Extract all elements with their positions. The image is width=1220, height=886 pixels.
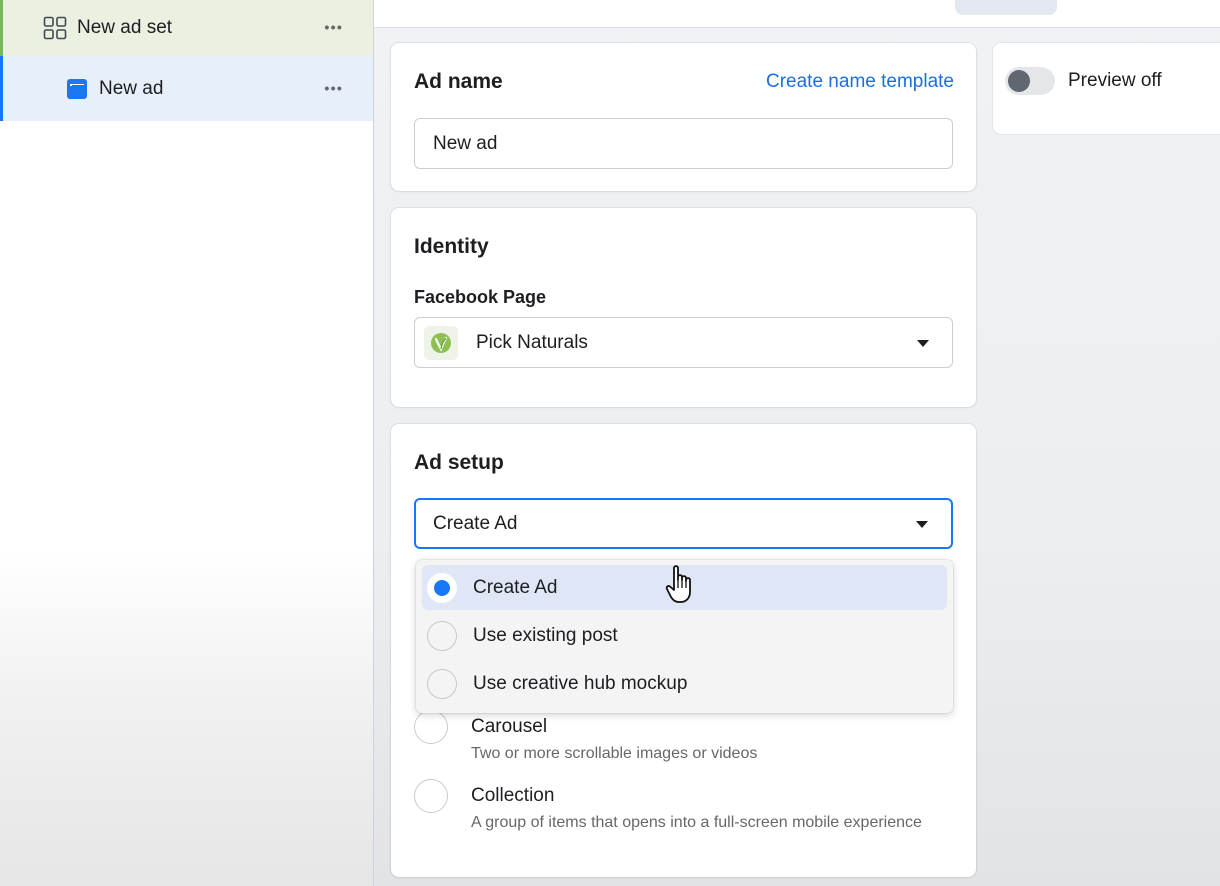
facebook-page-label: Facebook Page [414,287,547,307]
preview-label: Preview off [1068,70,1162,91]
radio-unselected[interactable] [427,668,457,699]
ad-setup-selected-value: Create Ad [433,512,518,534]
format-description: A group of items that opens into a full-… [471,814,922,831]
grid-icon [43,16,67,40]
preview-toggle[interactable] [1005,67,1055,95]
caret-down-icon [917,339,929,347]
ad-setup-select[interactable]: Create Ad [414,498,953,549]
toggle-knob [1008,70,1030,92]
ads-manager-editor: New ad set ••• New ad ••• Ad name Create… [0,0,1220,886]
ad-name-card: Ad name Create name template New ad [391,43,976,191]
option-label: Use creative hub mockup [473,672,688,694]
top-bar-button[interactable] [955,0,1057,15]
format-option-carousel[interactable]: Carousel Two or more scrollable images o… [414,710,954,770]
format-title: Carousel [471,716,548,737]
campaign-sidebar: New ad set ••• New ad ••• [0,0,374,886]
preview-panel: Preview off [993,43,1220,134]
more-options-icon[interactable]: ••• [324,81,343,96]
ad-icon [67,78,87,99]
carousel-radio[interactable] [414,710,448,744]
facebook-page-value: Pick Naturals [476,331,588,353]
collection-radio[interactable] [414,779,448,813]
option-label: Create Ad [473,576,558,598]
radio-unselected[interactable] [427,620,457,651]
ad-name-input[interactable]: New ad [414,118,953,169]
ad-name-title: Ad name [414,70,503,93]
leaf-logo-icon [424,325,458,360]
format-description: Two or more scrollable images or videos [471,745,758,762]
identity-card: Identity Facebook Page Pick Naturals [391,208,976,407]
facebook-page-select[interactable]: Pick Naturals [414,317,953,368]
dropdown-option-use-existing-post[interactable]: Use existing post [422,613,947,658]
ad-setup-title: Ad setup [414,451,504,474]
format-title: Collection [471,785,555,806]
top-bar [374,0,1220,28]
radio-selected[interactable] [427,572,457,603]
hand-pointer-icon [665,565,691,603]
more-options-icon[interactable]: ••• [324,21,343,36]
create-name-template-link[interactable]: Create name template [766,71,954,93]
sidebar-item-ad[interactable]: New ad ••• [0,56,373,121]
sidebar-item-label: New ad set [77,17,173,38]
sidebar-item-ad-set[interactable]: New ad set ••• [0,0,373,56]
identity-title: Identity [414,235,489,258]
dropdown-option-use-creative-hub-mockup[interactable]: Use creative hub mockup [422,661,947,706]
format-option-collection[interactable]: Collection A group of items that opens i… [414,779,954,839]
sidebar-item-label: New ad [99,77,164,99]
option-label: Use existing post [473,624,618,646]
caret-down-icon [916,520,928,528]
